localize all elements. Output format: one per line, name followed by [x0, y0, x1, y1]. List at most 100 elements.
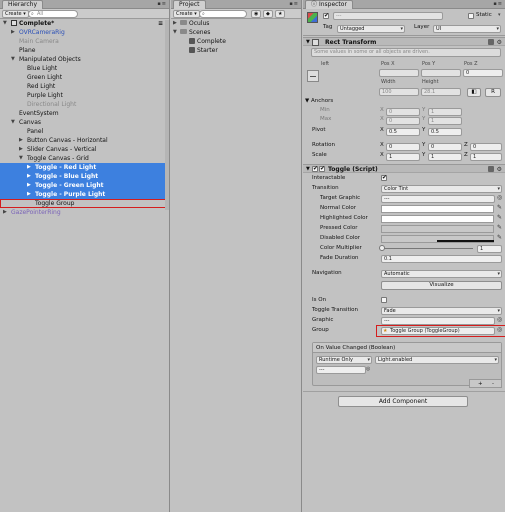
panel-menu-icon[interactable]: ▪≡ — [493, 1, 503, 7]
anchor-max-x-field[interactable]: 0 — [386, 117, 420, 125]
hierarchy-item[interactable]: ▼ Canvas — [0, 118, 169, 127]
hierarchy-tab[interactable]: Hierarchy — [2, 0, 44, 9]
hierarchy-item[interactable]: Red Light — [0, 82, 169, 91]
navigation-dropdown[interactable]: Automatic — [381, 270, 502, 278]
collapsed-arrow-icon[interactable]: ▶ — [3, 208, 7, 217]
anchor-min-x-field[interactable]: 0 — [386, 108, 420, 116]
hierarchy-search-input[interactable]: ⌕ All — [28, 10, 78, 18]
eyedropper-icon[interactable]: ✎ — [497, 234, 502, 242]
scale-y-field[interactable]: 1 — [428, 153, 462, 161]
filter-by-label-icon[interactable]: ◆ — [263, 10, 273, 18]
color-multiplier-field[interactable]: 1 — [477, 245, 502, 253]
help-icon[interactable] — [488, 39, 494, 45]
static-checkbox[interactable] — [468, 13, 474, 19]
height-field[interactable]: 28.1 — [421, 88, 461, 96]
help-icon[interactable] — [488, 166, 494, 172]
gameobject-icon[interactable] — [307, 12, 318, 23]
rect-transform-header[interactable]: ▼ Rect Transform ⚙ — [303, 37, 505, 46]
hierarchy-item[interactable]: Plane — [0, 46, 169, 55]
pos-y-field[interactable] — [421, 69, 461, 77]
scale-z-field[interactable]: 1 — [470, 153, 502, 161]
hierarchy-create-button[interactable]: Create ▾ — [2, 10, 29, 18]
graphic-field[interactable]: --- — [381, 317, 495, 325]
project-item[interactable]: Starter — [171, 46, 301, 55]
project-create-button[interactable]: Create ▾ — [173, 10, 200, 18]
anchors-label[interactable]: ▼ Anchors — [305, 97, 333, 105]
event-object-field[interactable]: --- — [316, 366, 366, 374]
function-dropdown[interactable]: Light.enabled — [375, 356, 499, 364]
hierarchy-item[interactable]: ▼ Manipulated Objects — [0, 55, 169, 64]
hierarchy-item[interactable]: Toggle Group — [0, 199, 169, 208]
favorites-star-icon[interactable]: ★ — [275, 10, 286, 18]
inspector-tab[interactable]: ⓘ Inspector — [305, 0, 353, 9]
collapsed-arrow-icon[interactable]: ▶ — [27, 163, 31, 172]
add-event-button[interactable]: + — [478, 380, 483, 388]
expanded-arrow-icon[interactable]: ▼ — [19, 154, 23, 163]
hierarchy-item[interactable]: ▶ Slider Canvas - Vertical — [0, 145, 169, 154]
anchor-max-y-field[interactable]: 1 — [428, 117, 462, 125]
expanded-arrow-icon[interactable]: ▼ — [11, 55, 15, 64]
anchor-preset-button[interactable] — [307, 70, 319, 82]
project-item[interactable]: ▶ Oculus — [171, 19, 301, 28]
project-tab[interactable]: Project — [173, 0, 206, 9]
rotation-y-field[interactable]: 0 — [428, 143, 462, 151]
gear-icon[interactable]: ⚙ — [497, 38, 502, 47]
collapsed-arrow-icon[interactable]: ▶ — [27, 172, 31, 181]
collapsed-arrow-icon[interactable]: ▶ — [19, 136, 23, 145]
scene-menu-icon[interactable]: ≡ — [158, 19, 163, 28]
name-field[interactable]: --- — [333, 12, 443, 20]
visualize-button[interactable]: Visualize — [381, 281, 502, 290]
active-checkbox[interactable] — [323, 12, 329, 19]
pivot-x-field[interactable]: 0.5 — [386, 128, 420, 136]
tag-dropdown[interactable]: Untagged — [337, 25, 405, 33]
expanded-arrow-icon[interactable]: ▼ — [11, 118, 15, 127]
pivot-y-field[interactable]: 0.5 — [428, 128, 462, 136]
project-search-input[interactable]: ⌕ — [199, 10, 247, 18]
hierarchy-item[interactable]: Blue Light — [0, 64, 169, 73]
rotation-z-field[interactable]: 0 — [470, 143, 502, 151]
hierarchy-item[interactable]: Green Light — [0, 73, 169, 82]
anchor-min-y-field[interactable]: 1 — [428, 108, 462, 116]
collapsed-arrow-icon[interactable]: ▶ — [27, 190, 31, 199]
project-item[interactable]: Complete — [171, 37, 301, 46]
toggle-enabled-checkbox[interactable] — [312, 165, 318, 172]
transition-dropdown[interactable]: Color Tint — [381, 185, 502, 193]
panel-menu-icon[interactable]: ▪≡ — [157, 1, 167, 7]
hierarchy-item[interactable]: ▶ OVRCameraRig — [0, 28, 169, 37]
panel-menu-icon[interactable]: ▪≡ — [289, 1, 299, 7]
pos-z-field[interactable]: 0 — [463, 69, 503, 77]
hierarchy-item[interactable]: Main Camera — [0, 37, 169, 46]
disabled-color-swatch[interactable] — [381, 235, 494, 243]
hierarchy-item[interactable]: ▶ GazePointerRing — [0, 208, 169, 217]
hierarchy-item[interactable]: Purple Light — [0, 91, 169, 100]
fade-duration-field[interactable]: 0.1 — [381, 255, 502, 263]
color-multiplier-slider[interactable] — [379, 245, 473, 251]
collapsed-arrow-icon[interactable]: ▶ — [11, 28, 15, 37]
eyedropper-icon[interactable]: ✎ — [497, 204, 502, 212]
collapsed-arrow-icon[interactable]: ▶ — [173, 19, 177, 28]
collapsed-arrow-icon[interactable]: ▶ — [27, 181, 31, 190]
object-picker-icon[interactable]: ◎ — [497, 194, 502, 202]
collapse-arrow-icon[interactable]: ▼ — [306, 165, 310, 174]
pressed-color-swatch[interactable] — [381, 225, 494, 233]
hierarchy-item[interactable]: ▼ Toggle Canvas - Grid — [0, 154, 169, 163]
project-item[interactable]: ▼ Scenes — [171, 28, 301, 37]
is-on-checkbox[interactable] — [381, 297, 387, 303]
expanded-arrow-icon[interactable]: ▼ — [3, 19, 7, 28]
raw-edit-button[interactable]: R — [485, 88, 501, 97]
normal-color-swatch[interactable] — [381, 205, 494, 213]
layer-dropdown[interactable]: UI — [433, 25, 501, 33]
collapse-arrow-icon[interactable]: ▼ — [306, 38, 310, 47]
hierarchy-item[interactable]: ▶ Toggle - Red Light — [0, 163, 169, 172]
width-field[interactable]: 100 — [379, 88, 419, 96]
highlighted-color-swatch[interactable] — [381, 215, 494, 223]
collapsed-arrow-icon[interactable]: ▶ — [19, 145, 23, 154]
add-component-button[interactable]: Add Component — [338, 396, 468, 407]
hierarchy-scrollbar[interactable] — [165, 20, 169, 210]
eyedropper-icon[interactable]: ✎ — [497, 224, 502, 232]
hierarchy-item[interactable]: Panel — [0, 127, 169, 136]
hierarchy-item[interactable]: Directional Light — [0, 100, 169, 109]
remove-event-button[interactable]: - — [492, 380, 494, 388]
hierarchy-item[interactable]: ▶ Toggle - Blue Light — [0, 172, 169, 181]
object-picker-icon[interactable]: ◎ — [366, 365, 370, 373]
